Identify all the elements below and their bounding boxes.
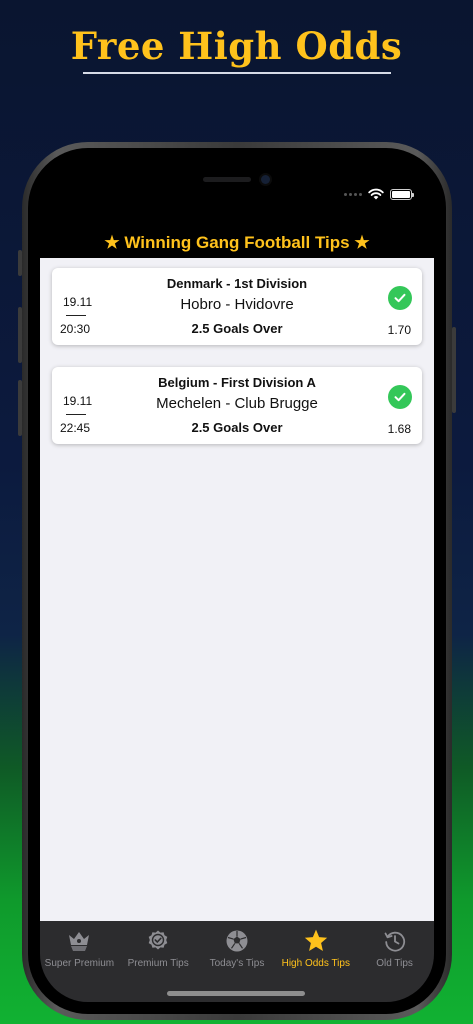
date-divider [66, 315, 86, 316]
check-circle-icon [388, 286, 412, 310]
notch [135, 160, 337, 198]
volume-down-button [18, 380, 22, 436]
battery-icon [390, 188, 414, 200]
power-button [452, 327, 456, 413]
crown-badge-icon [66, 928, 92, 954]
tab-old-tips[interactable]: Old Tips [355, 928, 434, 1002]
match-teams: Mechelen - Club Brugge [156, 395, 318, 412]
odds-value: 1.68 [387, 422, 411, 436]
soccer-ball-icon [224, 928, 250, 954]
tab-label: Super Premium [44, 958, 115, 969]
phone-mockup: ★ Winning Gang Football Tips ★ Denmark -… [18, 142, 456, 1020]
app-screen: ★ Winning Gang Football Tips ★ Denmark -… [40, 160, 434, 1002]
star-icon [303, 928, 329, 954]
wifi-icon [368, 188, 384, 200]
match-teams: Hobro - Hvidovre [180, 296, 294, 313]
match-date: 19.11 [63, 394, 93, 408]
cellular-signal-icon [344, 192, 362, 196]
date-divider [66, 414, 86, 415]
league-name: Denmark - 1st Division [166, 276, 308, 291]
tip-prediction: 2.5 Goals Over [191, 321, 283, 336]
league-name: Belgium - First Division A [158, 375, 316, 390]
speaker-grille [202, 176, 251, 182]
tab-label: Premium Tips [127, 958, 189, 969]
tab-label: High Odds Tips [281, 958, 350, 969]
match-time: 20:30 [60, 322, 91, 336]
status-bar [344, 188, 414, 200]
volume-up-button [18, 307, 22, 363]
seal-check-icon [145, 928, 171, 954]
tips-list[interactable]: Denmark - 1st Division Hobro - Hvidovre … [40, 258, 434, 921]
banner-title: Free High Odds [70, 24, 403, 68]
tip-card[interactable]: Belgium - First Division A Mechelen - Cl… [52, 367, 422, 444]
odds-value: 1.70 [387, 323, 411, 337]
mute-switch [18, 250, 22, 276]
tip-prediction: 2.5 Goals Over [191, 420, 283, 435]
tip-card[interactable]: Denmark - 1st Division Hobro - Hvidovre … [52, 268, 422, 345]
match-date: 19.11 [63, 295, 93, 309]
tab-label: Old Tips [376, 958, 413, 969]
check-circle-icon [388, 385, 412, 409]
history-clock-icon [382, 928, 408, 954]
home-indicator[interactable] [167, 991, 305, 996]
match-time: 22:45 [60, 421, 91, 435]
banner-underline [83, 72, 391, 74]
nav-title: ★ Winning Gang Football Tips ★ [104, 233, 370, 252]
phone-bezel: ★ Winning Gang Football Tips ★ Denmark -… [28, 148, 446, 1014]
tab-super-premium[interactable]: Super Premium [40, 928, 119, 1002]
tab-label: Today's Tips [209, 958, 265, 969]
front-camera [260, 174, 270, 184]
tab-bar: Super Premium Premium Tips Today's Tips … [40, 921, 434, 1002]
